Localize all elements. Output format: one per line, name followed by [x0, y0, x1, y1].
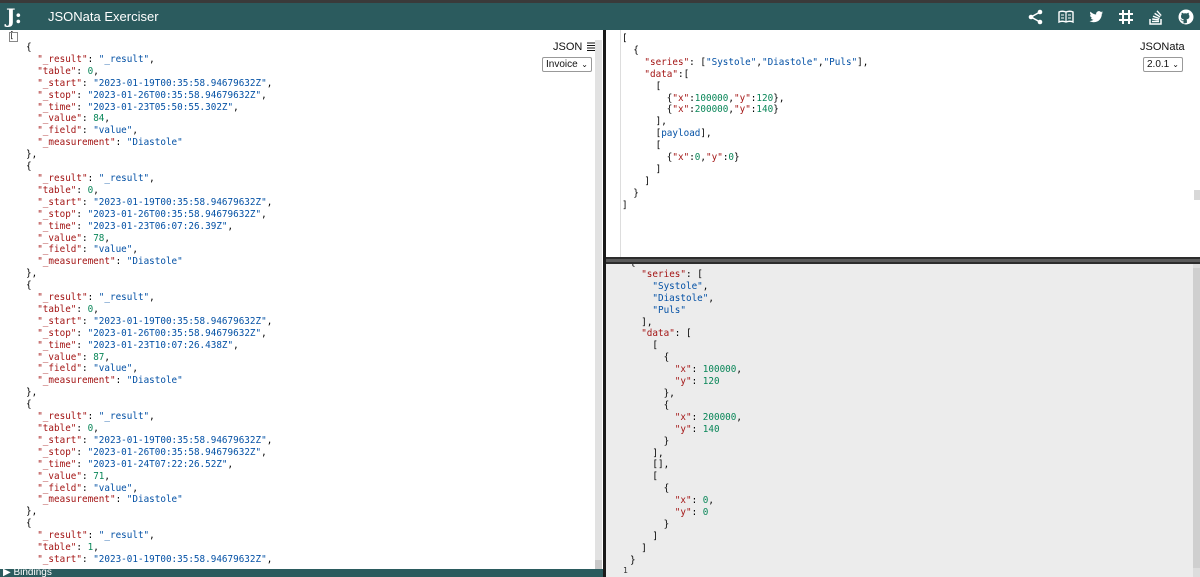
expr-language-label: JSONata — [1140, 41, 1185, 53]
sample-selector[interactable]: Invoice ⌄ — [542, 57, 592, 72]
result-scrollbar[interactable] — [1193, 264, 1200, 577]
expr-scroll-marker — [1194, 190, 1200, 200]
input-scrollbar[interactable] — [595, 40, 602, 575]
version-selector[interactable]: 2.0.1 ⌄ — [1143, 57, 1183, 72]
share-icon[interactable] — [1026, 7, 1046, 27]
horizontal-splitter[interactable] — [606, 257, 1200, 264]
result-json-text: { "series": [ "Systole", "Diastole", "Pu… — [630, 264, 742, 566]
banner-icon-bar — [1026, 7, 1196, 27]
jsonata-logo: J: — [6, 4, 23, 28]
app-banner: J: JSONata Exerciser — [0, 3, 1200, 30]
result-scrollbar-thumb[interactable] — [1193, 268, 1200, 568]
stackoverflow-icon[interactable] — [1146, 7, 1166, 27]
version-selector-value: 2.0.1 — [1147, 59, 1170, 70]
input-fold-marker[interactable] — [9, 32, 18, 42]
input-json-editor[interactable]: [ JSON Invoice ⌄ { "_result": "_result",… — [0, 30, 603, 577]
chevron-down-icon: ⌄ — [581, 60, 588, 69]
result-gutter-number: 1 — [623, 566, 628, 575]
bindings-toggle[interactable]: ▶ Bindings — [0, 569, 606, 577]
input-language-label: JSON — [553, 41, 598, 53]
slack-icon[interactable] — [1116, 7, 1136, 27]
chevron-down-icon: ⌄ — [1172, 60, 1179, 69]
bindings-label: ▶ Bindings — [3, 569, 52, 577]
expr-gutter-divider — [620, 30, 621, 257]
twitter-icon[interactable] — [1086, 7, 1106, 27]
result-output-pane: { "series": [ "Systole", "Diastole", "Pu… — [606, 264, 1200, 577]
jsonata-expression-editor[interactable]: JSONata 2.0.1 ⌄ [ { "series": ["Systole"… — [606, 30, 1200, 257]
github-icon[interactable] — [1176, 7, 1196, 27]
expression-text[interactable]: [ { "series": ["Systole","Diastole","Pul… — [622, 33, 868, 212]
app-title: JSONata Exerciser — [48, 9, 159, 24]
input-language-text: JSON — [553, 41, 583, 53]
sample-selector-value: Invoice — [546, 59, 578, 70]
horizontal-splitter-line — [606, 259, 1200, 262]
book-icon[interactable] — [1056, 7, 1076, 27]
input-json-text[interactable]: { "_result": "_result", "table": 0, "_st… — [26, 42, 272, 566]
